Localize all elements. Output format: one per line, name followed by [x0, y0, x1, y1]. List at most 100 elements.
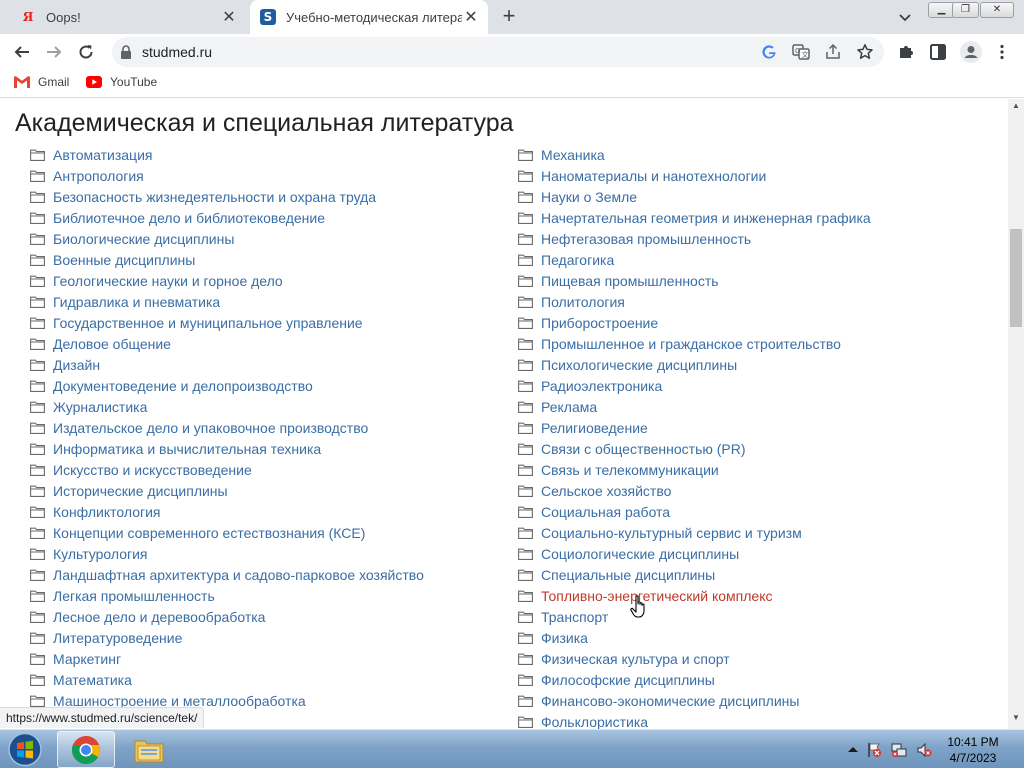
category-link[interactable]: Социально-культурный сервис и туризм: [541, 525, 802, 541]
new-tab-button[interactable]: +: [498, 5, 520, 28]
category-link[interactable]: Начертательная геометрия и инженерная гр…: [541, 210, 871, 226]
category-link[interactable]: Гидравлика и пневматика: [53, 294, 220, 310]
category-link[interactable]: Дизайн: [53, 357, 100, 373]
volume-muted-icon[interactable]: [916, 742, 932, 758]
category-link[interactable]: Религиоведение: [541, 420, 648, 436]
taskbar-chrome-button[interactable]: [57, 731, 115, 768]
category-link[interactable]: Сельское хозяйство: [541, 483, 671, 499]
category-link[interactable]: Психологические дисциплины: [541, 357, 737, 373]
category-link[interactable]: Легкая промышленность: [53, 588, 215, 604]
svg-text:G: G: [795, 47, 800, 55]
back-button[interactable]: [8, 38, 36, 66]
show-hidden-icons-icon[interactable]: [845, 742, 861, 758]
window-close-button[interactable]: ✕: [980, 2, 1014, 18]
google-icon[interactable]: [760, 43, 778, 61]
category-link[interactable]: Физическая культура и спорт: [541, 651, 730, 667]
category-link[interactable]: Информатика и вычислительная техника: [53, 441, 321, 457]
category-link[interactable]: Приборостроение: [541, 315, 658, 331]
url-text[interactable]: studmed.ru: [142, 44, 212, 60]
category-link[interactable]: Культурология: [53, 546, 148, 562]
category-link[interactable]: Маркетинг: [53, 651, 121, 667]
tab-title: Oops!: [46, 9, 81, 25]
address-bar[interactable]: studmed.ru G文: [112, 37, 884, 67]
category-link[interactable]: Литературоведение: [53, 630, 182, 646]
category-link[interactable]: Пищевая промышленность: [541, 273, 719, 289]
category-link[interactable]: Концепции современного естествознания (К…: [53, 525, 365, 541]
category-link[interactable]: Связи с общественностью (PR): [541, 441, 746, 457]
category-link[interactable]: Философские дисциплины: [541, 672, 715, 688]
close-tab-icon[interactable]: ✕: [220, 8, 238, 26]
category-link[interactable]: Финансово-экономические дисциплины: [541, 693, 799, 709]
vertical-scrollbar[interactable]: ▲ ▼: [1008, 99, 1024, 729]
category-link[interactable]: Биологические дисциплины: [53, 231, 234, 247]
tab-studmed[interactable]: S Учебно-методическая литерат ✕: [250, 0, 488, 34]
tab-search-chevron-icon[interactable]: [896, 8, 914, 26]
category-link[interactable]: Исторические дисциплины: [53, 483, 228, 499]
profile-avatar-icon[interactable]: [960, 41, 982, 63]
category-link[interactable]: Лесное дело и деревообработка: [53, 609, 265, 625]
category-link[interactable]: Радиоэлектроника: [541, 378, 662, 394]
category-link[interactable]: Топливно-энергетический комплекс: [541, 588, 772, 604]
folder-icon: [30, 443, 45, 455]
category-link[interactable]: Военные дисциплины: [53, 252, 195, 268]
bookmark-youtube[interactable]: YouTube: [86, 75, 157, 89]
category-link[interactable]: Педагогика: [541, 252, 614, 268]
category-link[interactable]: Антропология: [53, 168, 144, 184]
category-link[interactable]: Государственное и муниципальное управлен…: [53, 315, 363, 331]
category-link[interactable]: Связь и телекоммуникации: [541, 462, 719, 478]
category-link[interactable]: Социологические дисциплины: [541, 546, 739, 562]
minimize-button[interactable]: ▁: [928, 2, 955, 18]
category-link[interactable]: Реклама: [541, 399, 597, 415]
category-link[interactable]: Документоведение и делопроизводство: [53, 378, 313, 394]
category-link[interactable]: Искусство и искусствоведение: [53, 462, 252, 478]
category-link[interactable]: Промышленное и гражданское строительство: [541, 336, 841, 352]
category-link[interactable]: Политология: [541, 294, 625, 310]
category-link[interactable]: Деловое общение: [53, 336, 171, 352]
bookmark-gmail[interactable]: Gmail: [14, 75, 69, 89]
restore-button[interactable]: ❐: [952, 2, 979, 18]
folder-icon: [518, 653, 533, 665]
scroll-down-arrow-icon[interactable]: ▼: [1012, 713, 1020, 722]
folder-icon: [518, 338, 533, 350]
category-link[interactable]: Журналистика: [53, 399, 147, 415]
translate-icon[interactable]: G文: [792, 43, 810, 61]
forward-button[interactable]: [40, 38, 68, 66]
menu-kebab-icon[interactable]: [993, 43, 1011, 61]
category-link[interactable]: Наноматериалы и нанотехнологии: [541, 168, 766, 184]
start-button[interactable]: [4, 732, 46, 767]
category-link[interactable]: Социальная работа: [541, 504, 670, 520]
tab-oops[interactable]: Я Oops! ✕: [8, 0, 246, 34]
system-clock[interactable]: 10:41 PM 4/7/2023: [940, 734, 1006, 766]
category-link[interactable]: Механика: [541, 147, 605, 163]
yandex-favicon-icon: Я: [22, 10, 34, 24]
folder-icon: [30, 695, 45, 707]
lock-icon[interactable]: [120, 45, 132, 64]
close-tab-icon[interactable]: ✕: [462, 8, 480, 26]
folder-icon: [518, 485, 533, 497]
category-link[interactable]: Нефтегазовая промышленность: [541, 231, 751, 247]
extensions-puzzle-icon[interactable]: [897, 43, 915, 61]
category-link[interactable]: Математика: [53, 672, 132, 688]
category-link[interactable]: Автоматизация: [53, 147, 152, 163]
category-link[interactable]: Библиотечное дело и библиотековедение: [53, 210, 325, 226]
link-status-bubble: https://www.studmed.ru/science/tek/: [0, 707, 205, 728]
category-link[interactable]: Безопасность жизнедеятельности и охрана …: [53, 189, 376, 205]
network-icon[interactable]: [891, 742, 907, 758]
taskbar-explorer-button[interactable]: [120, 731, 178, 768]
side-panel-icon[interactable]: [929, 43, 947, 61]
category-link[interactable]: Науки о Земле: [541, 189, 637, 205]
category-link[interactable]: Ландшафтная архитектура и садово-парково…: [53, 567, 424, 583]
category-link[interactable]: Специальные дисциплины: [541, 567, 715, 583]
scrollbar-thumb[interactable]: [1010, 229, 1022, 327]
category-link[interactable]: Геологические науки и горное дело: [53, 273, 283, 289]
category-link[interactable]: Физика: [541, 630, 588, 646]
category-link[interactable]: Издательское дело и упаковочное производ…: [53, 420, 368, 436]
category-link[interactable]: Фольклористика: [541, 714, 648, 730]
action-center-flag-icon[interactable]: [866, 742, 882, 758]
category-link[interactable]: Транспорт: [541, 609, 608, 625]
reload-button[interactable]: [72, 38, 100, 66]
scroll-up-arrow-icon[interactable]: ▲: [1012, 101, 1020, 110]
category-link[interactable]: Конфликтология: [53, 504, 161, 520]
bookmark-star-icon[interactable]: [856, 43, 874, 61]
share-icon[interactable]: [824, 43, 842, 61]
